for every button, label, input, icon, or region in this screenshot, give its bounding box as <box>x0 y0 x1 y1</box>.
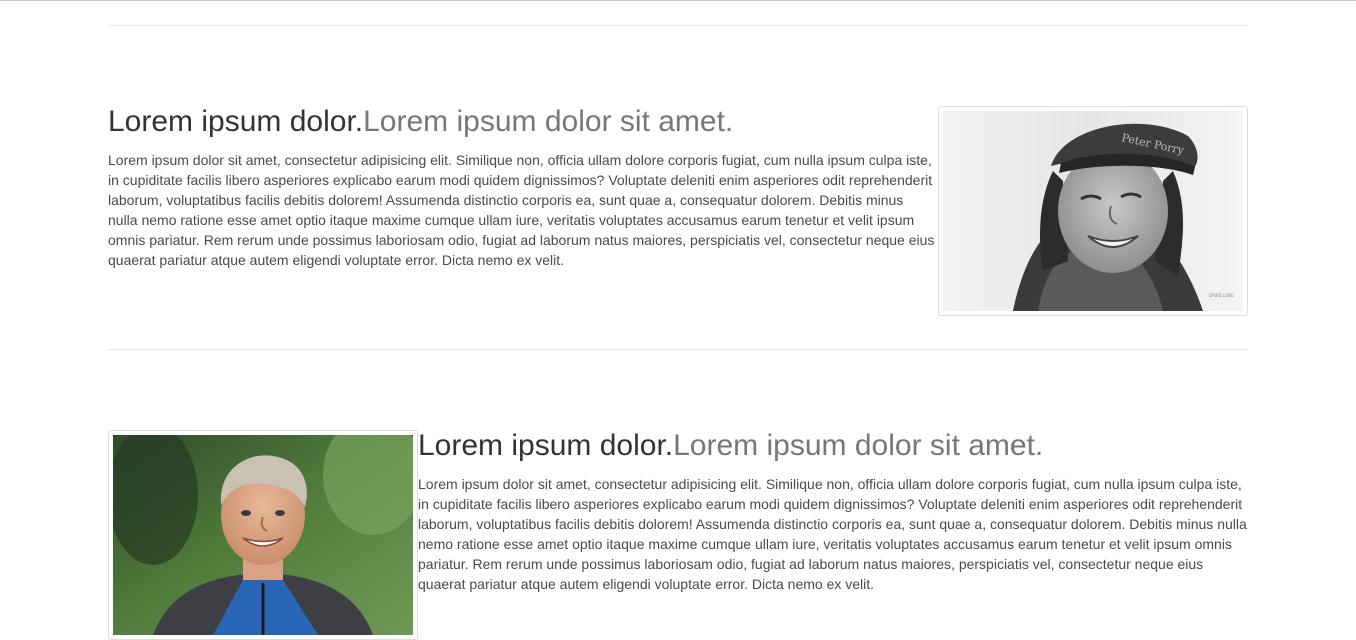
featurette-2-heading: Lorem ipsum dolor.Lorem ipsum dolor sit … <box>418 429 1248 463</box>
featurette-1-heading-muted: Lorem ipsum dolor sit amet. <box>363 105 734 138</box>
featurette-2: Lorem ipsum dolor.Lorem ipsum dolor sit … <box>418 429 1248 594</box>
featurette-2-body: Lorem ipsum dolor sit amet, consectetur … <box>418 476 1247 592</box>
featurette-1-heading-main: Lorem ipsum dolor. <box>108 105 364 138</box>
featurette-1-text: Lorem ipsum dolor.Lorem ipsum dolor sit … <box>108 105 936 270</box>
svg-text:DAVID LUND: DAVID LUND <box>1209 293 1234 298</box>
page-top-edge <box>0 0 1356 1</box>
portrait-man-jacket-photo <box>113 435 413 635</box>
featurette-divider <box>108 25 1248 26</box>
featurette-2-text: Lorem ipsum dolor.Lorem ipsum dolor sit … <box>418 429 1248 594</box>
featurette-1-image: Peter Porry DAVID LUND <box>938 106 1248 316</box>
featurette-1-heading: Lorem ipsum dolor.Lorem ipsum dolor sit … <box>108 105 936 139</box>
featurette-1-body: Lorem ipsum dolor sit amet, consectetur … <box>108 152 935 268</box>
portrait-woman-cap-photo: Peter Porry DAVID LUND <box>943 111 1243 311</box>
featurette-2-heading-main: Lorem ipsum dolor. <box>418 429 674 462</box>
featurette-2-image <box>108 430 418 640</box>
featurette-2-heading-muted: Lorem ipsum dolor sit amet. <box>673 429 1044 462</box>
featurette-divider <box>108 349 1248 350</box>
